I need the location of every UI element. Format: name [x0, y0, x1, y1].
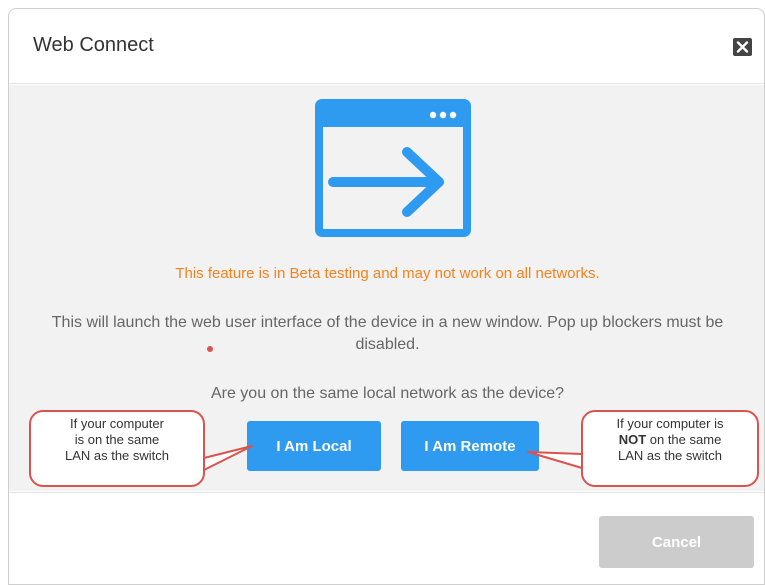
red-marker-dot: [207, 346, 213, 352]
remote-callout-line: If your computer is: [616, 416, 724, 431]
remote-callout-line: LAN as the switch: [617, 448, 723, 463]
remote-callout-text: on the same: [646, 432, 722, 447]
remote-callout-emphasis: NOT: [618, 432, 647, 447]
remote-callout-line: NOT on the same: [583, 432, 757, 448]
local-callout: If your computer is on the same LAN as t…: [29, 410, 205, 487]
remote-callout: If your computer is NOT on the same LAN …: [581, 410, 759, 487]
local-callout-line: If your computer: [70, 416, 164, 431]
local-callout-line: LAN as the switch: [64, 448, 170, 463]
local-callout-line: is on the same: [74, 432, 160, 447]
callout-pointers: [203, 445, 583, 471]
